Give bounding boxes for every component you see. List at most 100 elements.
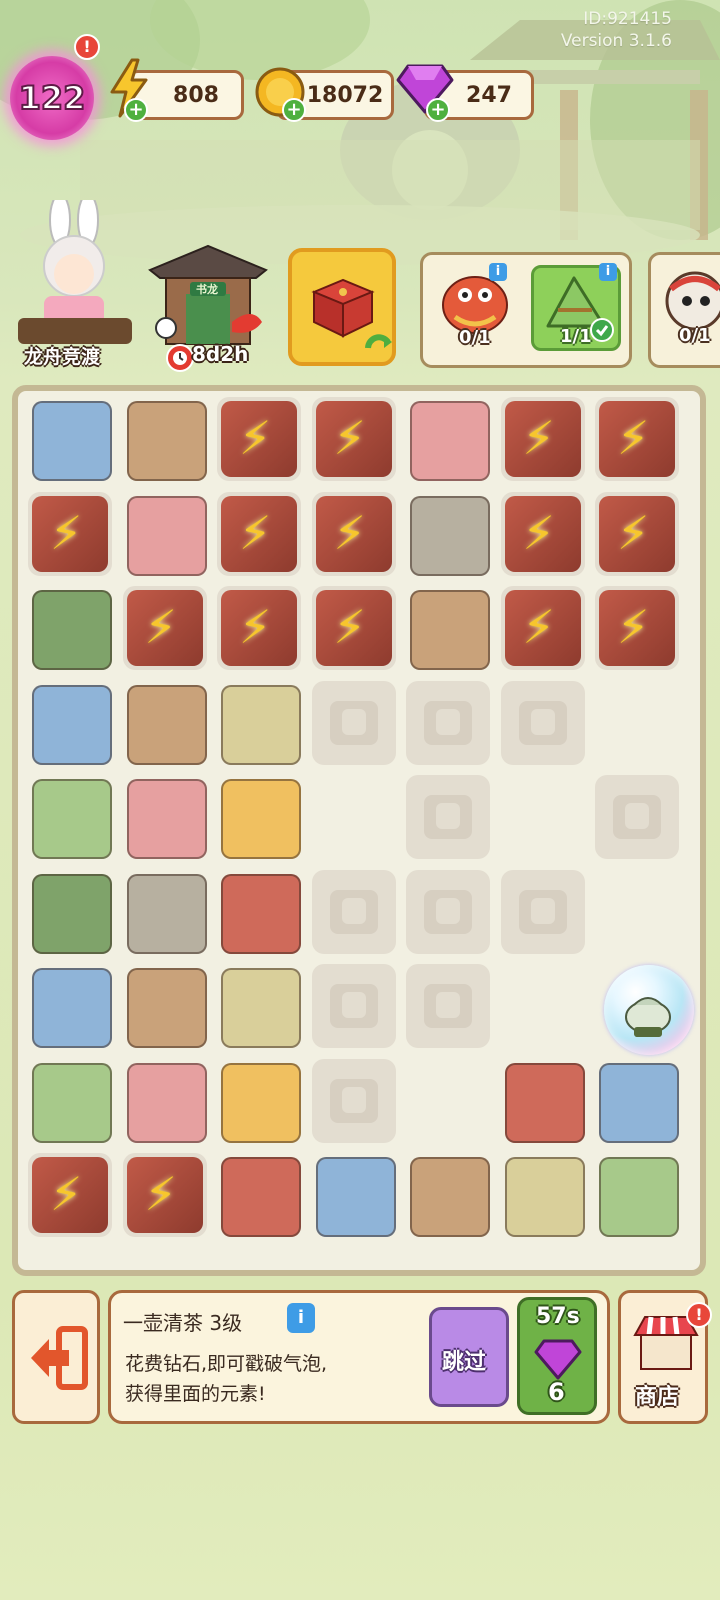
- locked-board-cell[interactable]: ⚡: [122, 586, 207, 670]
- board-item-cell[interactable]: [217, 964, 301, 1048]
- order-item-slot: 0/1: [431, 265, 525, 351]
- lightning-lock-icon: ⚡: [617, 600, 650, 654]
- locked-board-cell[interactable]: ⚡: [311, 491, 396, 576]
- board-item-cell[interactable]: [595, 1059, 679, 1143]
- pop-bubble-button[interactable]: 57s 6: [517, 1297, 597, 1415]
- board-item: [221, 873, 301, 954]
- lightning-lock-icon: ⚡: [50, 1167, 83, 1221]
- board-item: [221, 1062, 301, 1143]
- board-item-cell[interactable]: [217, 775, 301, 859]
- empty-board-cell[interactable]: [595, 775, 679, 859]
- blank-board-cell: [501, 775, 585, 859]
- item-info-panel: 一壶清茶 3级 i 花费钻石,即可戳破气泡, 获得里面的元素! 跳过 57s 6: [108, 1290, 610, 1424]
- board-item-cell[interactable]: [123, 397, 207, 481]
- locked-board-cell[interactable]: ⚡: [500, 586, 585, 670]
- check-icon: [590, 318, 614, 342]
- board-item: [32, 401, 112, 481]
- empty-board-cell[interactable]: [500, 680, 585, 765]
- add-coins-button[interactable]: +: [282, 98, 306, 122]
- lightning-lock-icon: ⚡: [522, 505, 555, 560]
- board-item-cell[interactable]: [501, 1153, 585, 1237]
- coins-value: 18072: [306, 82, 384, 108]
- locked-board-cell[interactable]: ⚡: [217, 397, 301, 481]
- board-item-cell[interactable]: [28, 775, 112, 859]
- board-item-cell[interactable]: [406, 1153, 490, 1237]
- info-icon[interactable]: i: [287, 1303, 315, 1333]
- board-item-cell[interactable]: [123, 681, 207, 765]
- board-item-cell[interactable]: [217, 1153, 301, 1237]
- dragon-boat-event[interactable]: 龙舟竞渡: [14, 193, 134, 370]
- player-level-badge[interactable]: 122: [10, 56, 94, 140]
- board-item-cell[interactable]: [217, 870, 301, 954]
- locked-board-cell[interactable]: ⚡: [595, 491, 679, 576]
- locked-board-cell[interactable]: ⚡: [595, 586, 679, 670]
- empty-board-cell[interactable]: [500, 869, 585, 954]
- locked-board-cell[interactable]: ⚡: [217, 586, 301, 670]
- board-item-cell[interactable]: [217, 681, 301, 765]
- board-item-cell[interactable]: [28, 397, 112, 481]
- board-item-cell[interactable]: [406, 586, 490, 670]
- board-item-cell[interactable]: [123, 1059, 207, 1143]
- pavilion-icon: [148, 244, 268, 345]
- board-item-cell[interactable]: [28, 681, 112, 765]
- board-item-cell[interactable]: [28, 870, 112, 954]
- order-card[interactable]: 0/1 i 1/1 i: [420, 252, 632, 368]
- locked-board-cell[interactable]: ⚡: [500, 491, 585, 576]
- empty-board-cell[interactable]: [406, 869, 490, 954]
- board-item: [32, 779, 112, 859]
- board-item-cell[interactable]: [217, 1059, 301, 1143]
- version-text: Version 3.1.6: [560, 31, 672, 51]
- empty-board-cell[interactable]: [406, 775, 490, 859]
- empty-board-cell[interactable]: [311, 1058, 396, 1143]
- lightning-lock-icon: ⚡: [333, 600, 366, 654]
- locked-board-cell[interactable]: ⚡: [595, 397, 679, 481]
- exit-button[interactable]: [12, 1290, 100, 1424]
- info-icon[interactable]: i: [599, 263, 617, 281]
- stump-slot-icon: [329, 889, 378, 934]
- board-item: [126, 1062, 207, 1143]
- board-item-cell[interactable]: [595, 1153, 679, 1237]
- stump-slot-icon: [424, 984, 472, 1028]
- locked-board-cell[interactable]: ⚡: [500, 397, 585, 481]
- board-item-cell[interactable]: [501, 1059, 585, 1143]
- order-chest-card[interactable]: [288, 248, 396, 366]
- board-item: [32, 1062, 112, 1143]
- pavilion-timer: 8d2h: [192, 342, 249, 366]
- board-item-cell[interactable]: [28, 964, 112, 1048]
- empty-board-cell[interactable]: [311, 869, 396, 954]
- info-icon[interactable]: i: [489, 263, 507, 281]
- gems-value: 247: [466, 82, 512, 108]
- skip-button[interactable]: 跳过: [429, 1307, 509, 1407]
- board-item-cell[interactable]: [123, 775, 207, 859]
- gem-icon: [534, 1339, 582, 1380]
- locked-board-cell[interactable]: ⚡: [311, 586, 396, 670]
- board-item-cell[interactable]: [406, 492, 490, 576]
- shop-building-event[interactable]: 书龙 8d2h: [146, 242, 270, 372]
- board-item-cell[interactable]: [406, 397, 490, 481]
- dragon-boat-label: 龙舟竞渡: [24, 346, 101, 368]
- board-item-cell[interactable]: [123, 964, 207, 1048]
- blank-board-cell: [595, 681, 679, 765]
- board-item-cell[interactable]: [28, 586, 112, 670]
- board-item-cell[interactable]: [28, 1059, 112, 1143]
- locked-board-cell[interactable]: ⚡: [311, 397, 396, 481]
- item-description: 花费钻石,即可戳破气泡, 获得里面的元素!: [125, 1349, 327, 1409]
- empty-board-cell[interactable]: [406, 680, 490, 765]
- stump-slot-icon: [424, 795, 472, 839]
- board-item-cell[interactable]: [312, 1153, 396, 1237]
- board-item-cell[interactable]: [123, 870, 207, 954]
- locked-board-cell[interactable]: ⚡: [28, 1153, 112, 1237]
- empty-board-cell[interactable]: [406, 964, 490, 1048]
- locked-board-cell[interactable]: ⚡: [122, 1153, 207, 1237]
- clock-icon: [166, 344, 194, 372]
- board-item: [126, 873, 207, 954]
- empty-board-cell[interactable]: [311, 680, 396, 765]
- add-energy-button[interactable]: +: [124, 98, 148, 122]
- empty-board-cell[interactable]: [311, 964, 396, 1048]
- locked-board-cell[interactable]: ⚡: [28, 491, 112, 576]
- locked-board-cell[interactable]: ⚡: [217, 491, 301, 576]
- add-gems-button[interactable]: +: [426, 98, 450, 122]
- tea-bubble[interactable]: [604, 965, 694, 1055]
- order-card[interactable]: 0/1: [648, 252, 720, 368]
- board-item-cell[interactable]: [123, 492, 207, 576]
